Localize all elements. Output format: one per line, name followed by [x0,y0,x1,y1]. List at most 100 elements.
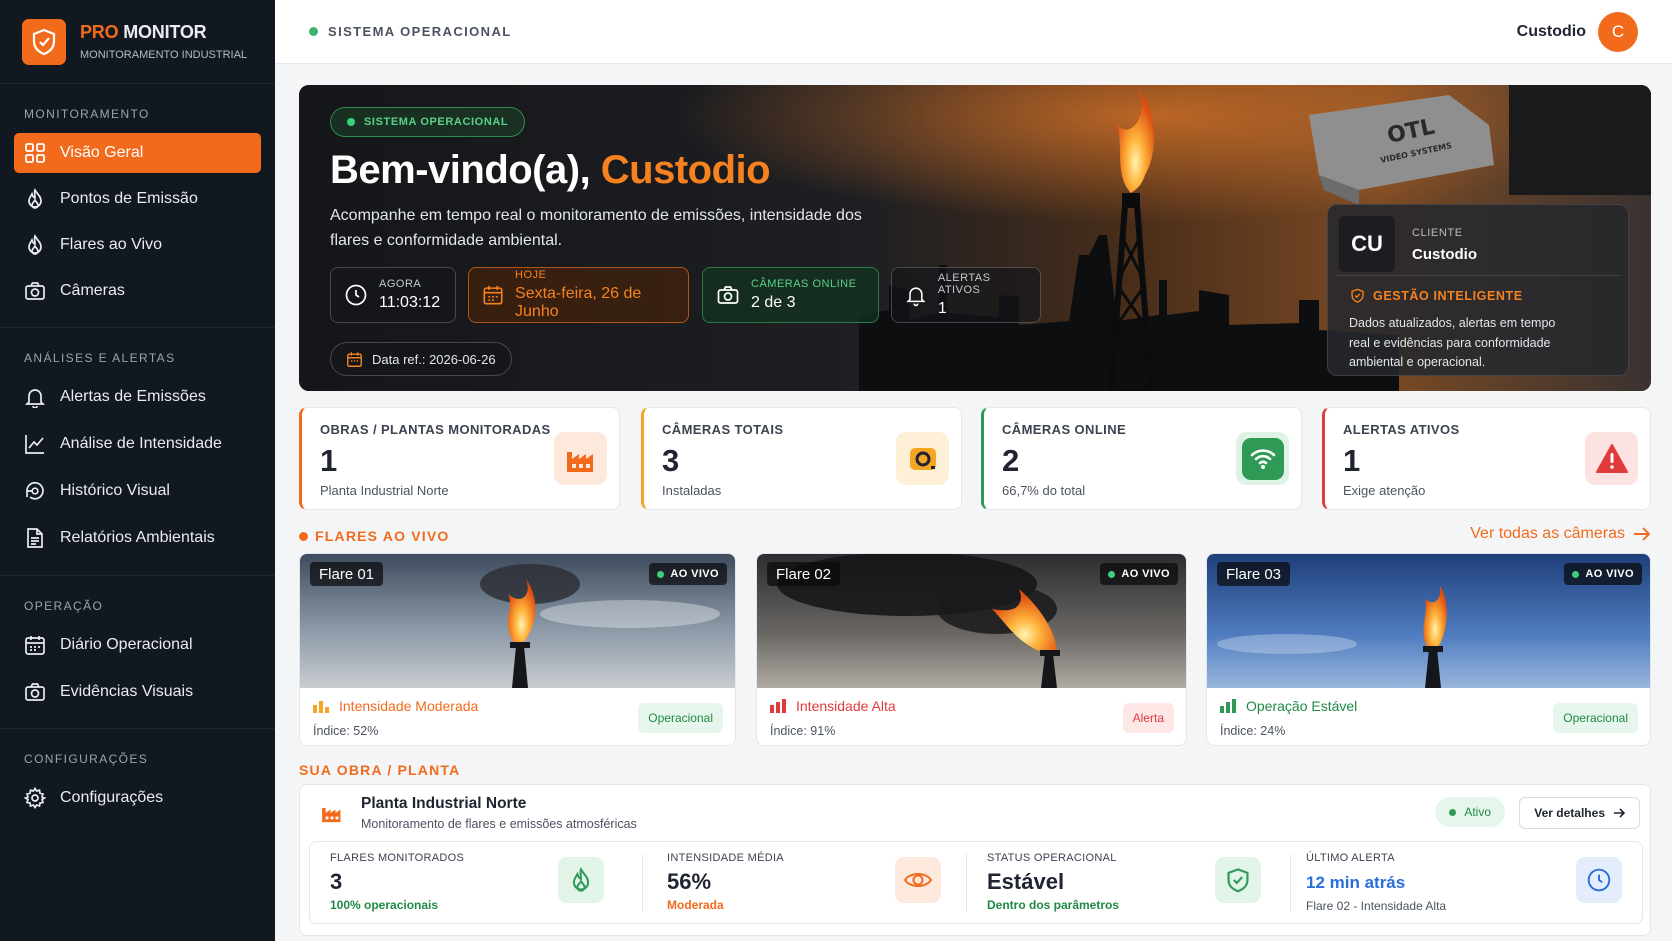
live-badge: AO VIVO [1100,563,1178,585]
nav-section-analises: ANÁLISES E ALERTAS Alertas de Emissões A… [0,328,275,576]
flame-icon [558,857,604,903]
trend-chart-icon [25,435,44,454]
cameras-online-chip[interactable]: CÂMERAS ONLINE 2 de 3 [702,267,879,323]
sidebar-item-label: Diário Operacional [60,636,193,653]
view-details-button[interactable]: Ver detalhes [1519,797,1640,829]
nav-section-operacao: OPERAÇÃO Diário Operacional Evidências V… [0,576,275,729]
status-dot-icon [309,27,318,36]
user-menu[interactable]: Custodio C [1517,11,1638,52]
plant-card: Planta Industrial Norte Monitoramento de… [299,784,1651,936]
client-name: Custodio [1412,246,1477,263]
eye-icon [895,857,941,903]
sidebar-item-configuracoes[interactable]: Configurações [14,778,261,818]
view-all-cameras-link[interactable]: Ver todas as câmeras [1470,525,1651,543]
live-dot-icon [1108,570,1116,578]
flare-card-02[interactable]: Flare 02 AO VIVO Intensidade Alta Índice… [756,553,1187,746]
sidebar-item-diario-operacional[interactable]: Diário Operacional [14,625,261,665]
plant-description: Monitoramento de flares e emissões atmos… [361,817,637,831]
metric-last-alert: ÚLTIMO ALERTA 12 min atrás Flare 02 - In… [1286,842,1644,925]
flare-intensity: Intensidade Moderada [313,698,478,714]
smart-management-text: Dados atualizados, alertas em tempo real… [1349,316,1556,369]
sidebar-item-historico-visual[interactable]: Histórico Visual [14,471,261,511]
nav-section-monitoramento: MONITORAMENTO Visão Geral Pontos de Emis… [0,84,275,328]
shield-check-icon [1215,857,1261,903]
sidebar-item-cameras[interactable]: Câmeras [14,271,261,311]
live-dot-icon [299,531,308,541]
welcome-hero: OTL VIDEO SYSTEMS SISTEMA OPERACIONAL Be… [299,85,1651,391]
flare-intensity: Operação Estável [1220,698,1357,714]
stat-card-active-alerts[interactable]: ALERTAS ATIVOS 1 Exige atenção [1322,407,1651,510]
flare-title: Flare 01 [310,562,384,586]
sidebar-item-flares-ao-vivo[interactable]: Flares ao Vivo [14,225,261,265]
flare-card-03[interactable]: Flare 03 AO VIVO Operação Estável Índice… [1206,553,1651,746]
flares-section-title: FLARES AO VIVO [299,528,450,544]
plant-section-title: SUA OBRA / PLANTA [299,762,461,778]
stat-card-plants[interactable]: OBRAS / PLANTAS MONITORADAS 1 Planta Ind… [299,407,620,510]
flare-intensity: Intensidade Alta [770,698,896,714]
flare-title: Flare 02 [767,562,841,586]
system-status: SISTEMA OPERACIONAL [309,24,512,39]
clock-icon [1576,857,1622,903]
live-badge: AO VIVO [1564,563,1642,585]
clock-icon [345,284,367,306]
camera-icon [717,286,739,304]
current-time: 11:03:12 [379,294,441,311]
reference-date: Data ref.: 2026-06-26 [330,342,512,376]
sidebar-item-relatorios[interactable]: Relatórios Ambientais [14,518,261,558]
stat-card-online-cameras[interactable]: CÂMERAS ONLINE 2 66,7% do total [981,407,1302,510]
stat-card-total-cameras[interactable]: CÂMERAS TOTAIS 3 Instaladas [641,407,962,510]
sidebar-item-label: Câmeras [60,282,125,299]
arrow-right-icon [1614,808,1625,818]
sidebar-item-label: Visão Geral [60,144,144,161]
sidebar-item-visao-geral[interactable]: Visão Geral [14,133,261,173]
status-badge: Operacional [1553,703,1638,733]
sidebar-item-label: Histórico Visual [60,482,170,499]
metric-operational-status: STATUS OPERACIONAL Estável Dentro dos pa… [967,842,1283,925]
client-card: CU CLIENTE Custodio GESTÃO INTELIGENTE D… [1327,204,1629,376]
flare-index: Índice: 91% [770,724,836,738]
avatar[interactable]: C [1598,11,1638,52]
today-chip: HOJE Sexta-feira, 26 de Junho [468,267,689,323]
bar-chart-icon [770,699,786,713]
sidebar-item-label: Flares ao Vivo [60,236,162,253]
sidebar-item-evidencias[interactable]: Evidências Visuais [14,672,261,712]
status-dot-icon [347,118,355,126]
flare-index: Índice: 24% [1220,724,1286,738]
arrow-right-icon [1634,527,1651,541]
nav-heading: CONFIGURAÇÕES [24,752,149,766]
client-initials: CU [1339,216,1395,272]
flare-card-01[interactable]: Flare 01 AO VIVO Intensidade Moderada Ín… [299,553,736,746]
sidebar-item-analise-intensidade[interactable]: Análise de Intensidade [14,424,261,464]
sidebar-item-alertas-emissoes[interactable]: Alertas de Emissões [14,377,261,417]
nav-heading: OPERAÇÃO [24,599,104,613]
top-bar: SISTEMA OPERACIONAL Custodio C [275,0,1672,64]
sidebar-item-pontos-emissao[interactable]: Pontos de Emissão [14,179,261,219]
sidebar-item-label: Relatórios Ambientais [60,529,215,546]
status-badge: Operacional [638,703,723,733]
grid-icon [25,143,45,163]
status-badge: Ativo [1435,797,1505,827]
sidebar-item-label: Configurações [60,789,164,806]
nav-heading: MONITORAMENTO [24,107,150,121]
brand-subtitle: MONITORAMENTO INDUSTRIAL [80,49,248,61]
sidebar-item-label: Alertas de Emissões [60,388,206,405]
brand[interactable]: PRO MONITOR MONITORAMENTO INDUSTRIAL [0,0,275,84]
metric-average-intensity: INTENSIDADE MÉDIA 56% Moderada [647,842,963,925]
active-alerts-chip[interactable]: ALERTAS ATIVOS 1 [891,267,1041,323]
calendar-icon [483,285,503,305]
current-date: Sexta-feira, 26 de Junho [515,285,642,320]
calendar-icon [347,351,362,367]
nav-section-config: CONFIGURAÇÕES Configurações [0,729,275,834]
factory-icon [554,432,607,485]
welcome-title: Bem-vindo(a), Custodio [330,148,771,192]
flare-title: Flare 03 [1217,562,1291,586]
smart-management-title: GESTÃO INTELIGENTE [1350,288,1523,303]
bar-chart-icon [313,701,329,713]
document-icon [27,528,43,548]
nav-heading: ANÁLISES E ALERTAS [24,351,176,365]
metric-flares-monitored: FLARES MONITORADOS 3 100% operacionais [310,842,626,925]
bell-icon [906,287,926,307]
factory-icon [322,808,341,823]
now-chip: AGORA 11:03:12 [330,267,456,323]
camera-icon [896,432,949,485]
